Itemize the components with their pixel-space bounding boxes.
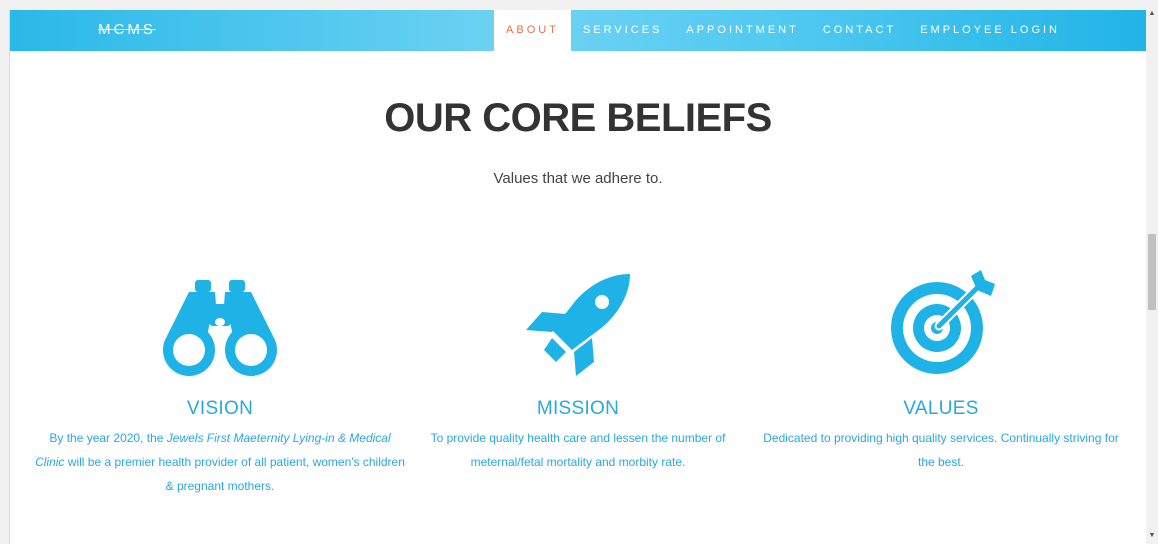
vision-text-rest: will be a premier health provider of all… — [64, 455, 405, 493]
mission-card: MISSION To provide quality health care a… — [393, 268, 763, 474]
values-text: Dedicated to providing high quality serv… — [763, 431, 1119, 469]
vision-text-intro: By the year 2020, the — [49, 431, 167, 445]
vision-text: By the year 2020, the Jewels First Maete… — [35, 426, 405, 498]
vision-card: VISION By the year 2020, the Jewels Firs… — [35, 268, 405, 498]
nav-link-contact[interactable]: CONTACT — [811, 10, 908, 51]
binoculars-icon — [163, 280, 277, 376]
page-viewport: MCMS ABOUT SERVICES APPOINTMENT CONTACT … — [10, 10, 1146, 544]
nav-links: ABOUT SERVICES APPOINTMENT CONTACT EMPLO… — [494, 10, 1146, 51]
target-icon — [891, 270, 995, 374]
section-subtitle: Values that we adhere to. — [493, 170, 663, 187]
vision-title: VISION — [186, 398, 254, 419]
values-title: VALUES — [903, 398, 979, 419]
mission-text: To provide quality health care and lesse… — [430, 431, 726, 469]
section-title: OUR CORE BELIEFS — [384, 96, 772, 140]
rocket-icon — [526, 274, 630, 376]
vertical-scrollbar[interactable]: ▲ ▼ — [1146, 0, 1158, 544]
nav-link-employee-login[interactable]: EMPLOYEE LOGIN — [908, 10, 1146, 51]
nav-link-about[interactable]: ABOUT — [494, 10, 571, 51]
nav-link-services[interactable]: SERVICES — [571, 10, 674, 51]
top-navbar: MCMS ABOUT SERVICES APPOINTMENT CONTACT … — [10, 10, 1146, 51]
values-card: VALUES Dedicated to providing high quali… — [756, 268, 1126, 474]
nav-link-appointment[interactable]: APPOINTMENT — [674, 10, 810, 51]
scroll-thumb[interactable] — [1148, 234, 1156, 310]
mission-title: MISSION — [536, 398, 620, 419]
scroll-up-arrow-icon[interactable]: ▲ — [1146, 8, 1158, 20]
brand-logo[interactable]: MCMS — [98, 21, 156, 38]
scroll-down-arrow-icon[interactable]: ▼ — [1146, 530, 1158, 542]
